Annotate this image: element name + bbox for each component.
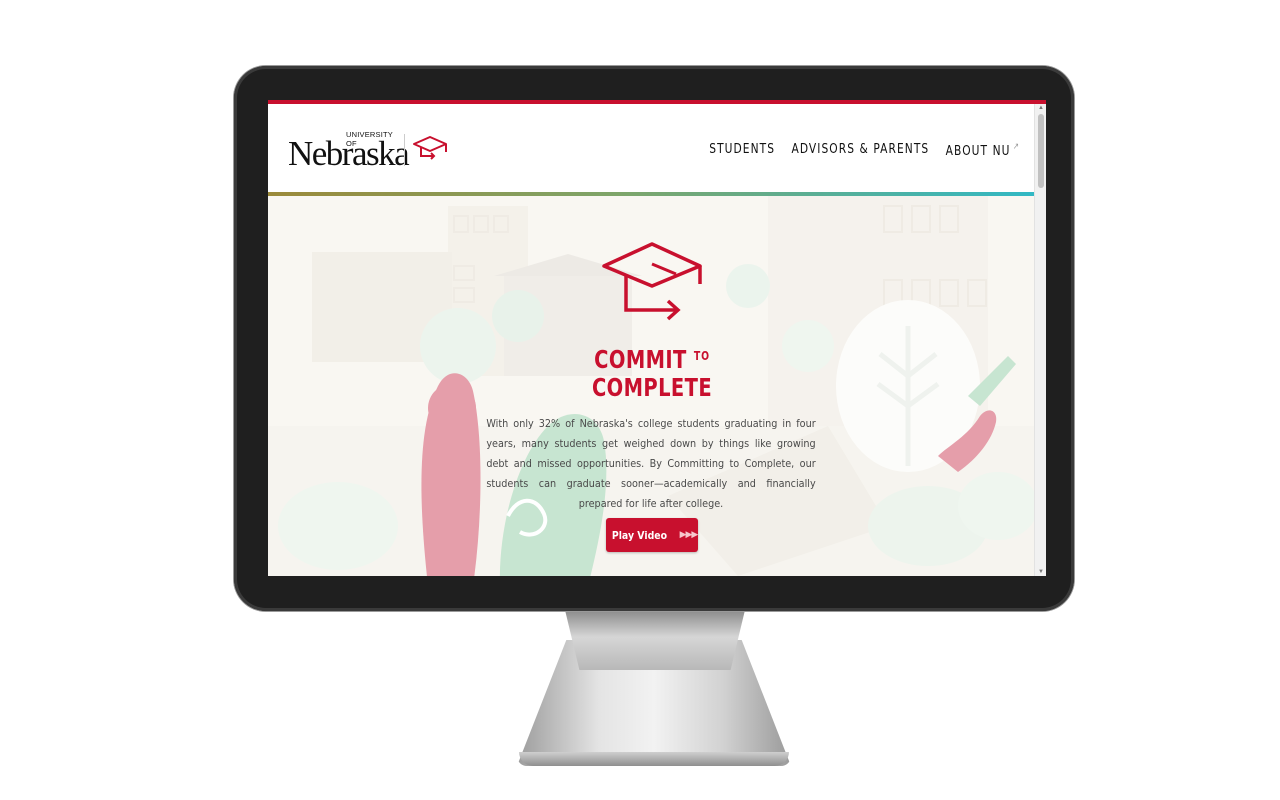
external-link-icon: ↗ [1012,142,1020,152]
browser-viewport: UNIVERSITY OF Nebraska STUDENTS ADVISORS… [268,100,1046,576]
hero-title: COMMIT TO COMPLETE [586,342,717,402]
graduation-cap-icon[interactable] [412,134,448,168]
play-video-button[interactable]: Play Video ▶▶▶ [606,518,698,552]
logo-main-text: Nebraska [288,134,410,173]
logo-divider [404,134,405,166]
nav-about-nu[interactable]: ABOUT NU ↗ [945,142,1020,159]
main-nav: STUDENTS ADVISORS & PARENTS ABOUT NU ↗ [709,142,1020,159]
hero-section: COMMIT TO COMPLETE With only 32% of Nebr… [268,196,1034,576]
university-logo[interactable]: UNIVERSITY OF Nebraska [288,130,410,174]
site-header: UNIVERSITY OF Nebraska STUDENTS ADVISORS… [268,104,1046,192]
monitor-stand-base [519,752,789,766]
scroll-up-arrow-icon[interactable]: ▲ [1037,104,1045,112]
play-arrows-icon: ▶▶▶ [679,530,699,540]
scroll-down-arrow-icon[interactable]: ▼ [1037,568,1045,576]
hero-title-line2: COMPLETE [591,373,713,402]
nav-advisors-parents[interactable]: ADVISORS & PARENTS [791,142,929,159]
hero-title-to: TO [693,349,710,363]
nav-about-nu-label: ABOUT NU [945,144,1011,159]
hero-graduation-cap-icon [602,242,702,321]
nav-students[interactable]: STUDENTS [709,142,775,159]
hero-title-line1: COMMIT [594,345,687,374]
monitor-neck [565,610,745,670]
hero-description: With only 32% of Nebraska's college stud… [486,418,816,510]
vertical-scrollbar[interactable]: ▲ ▼ [1034,104,1046,576]
scrollbar-thumb[interactable] [1038,114,1044,188]
play-video-label: Play Video [611,528,667,542]
